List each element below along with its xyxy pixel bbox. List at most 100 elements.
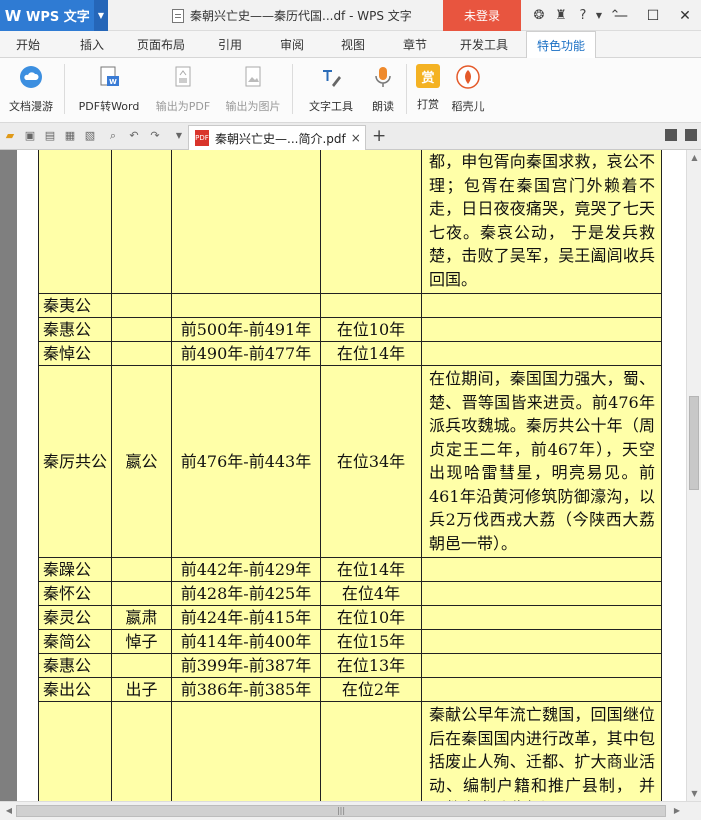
chevron-down-small-icon[interactable]: ▼ bbox=[594, 11, 604, 20]
ribbon-label: 稻壳儿 bbox=[451, 100, 485, 113]
window-mode-icon[interactable] bbox=[685, 129, 697, 141]
maximize-icon[interactable]: ☐ bbox=[637, 0, 669, 31]
shirt-icon[interactable]: ♜ bbox=[550, 8, 572, 23]
docer-icon bbox=[455, 64, 481, 90]
app-name: WPS 文字 bbox=[26, 10, 90, 25]
cell-note bbox=[421, 557, 662, 582]
export-image-button[interactable]: 输出为图片 bbox=[219, 62, 287, 118]
cell-name: 秦夷公 bbox=[38, 293, 112, 318]
cell-reign: 在位14年 bbox=[320, 341, 422, 366]
skin-icon[interactable]: ❂ bbox=[528, 8, 550, 23]
scroll-right-icon[interactable]: ▶ bbox=[670, 804, 684, 818]
text-tools-button[interactable]: 文字工具 bbox=[300, 62, 362, 118]
cell-years: 前428年-前425年 bbox=[171, 581, 321, 606]
cell-note bbox=[421, 293, 662, 318]
table-row: 秦夷公 bbox=[38, 293, 662, 318]
ribbon-label: 文档漫游 bbox=[9, 100, 53, 113]
cell-years: 前476年-前443年 bbox=[171, 365, 321, 558]
save-as-icon[interactable]: ▤ bbox=[43, 129, 57, 143]
ribbon-label: 朗读 bbox=[372, 100, 394, 113]
reward-glyph: 赏 bbox=[421, 70, 435, 86]
save-icon[interactable]: ▣ bbox=[23, 129, 37, 143]
doc-roaming-button[interactable]: 文档漫游 bbox=[5, 62, 57, 118]
cell-given-name bbox=[111, 341, 172, 366]
new-tab-icon[interactable]: + bbox=[372, 126, 386, 146]
help-icon[interactable]: ? bbox=[572, 8, 594, 23]
table-row: 秦躁公 前442年-前429年 在位14年 bbox=[38, 557, 662, 582]
tab-page-layout[interactable]: 页面布局 bbox=[137, 31, 185, 58]
minimize-icon[interactable]: — bbox=[605, 0, 637, 31]
cell-name: 秦躁公 bbox=[38, 557, 112, 582]
table-row: 秦简公 悼子 前414年-前400年 在位15年 bbox=[38, 629, 662, 654]
cell-name: 秦灵公 bbox=[38, 605, 112, 630]
docer-button[interactable]: 稻壳儿 bbox=[448, 62, 488, 118]
document-page: 都，申包胥向秦国求救，哀公不理；包胥在秦国宫门外赖着不走，日日夜夜痛哭，竟哭了七… bbox=[17, 150, 686, 801]
cell-name: 秦悼公 bbox=[38, 341, 112, 366]
tab-references[interactable]: 引用 bbox=[218, 31, 242, 58]
close-tab-icon[interactable]: × bbox=[351, 131, 361, 145]
cell-reign: 在位15年 bbox=[320, 629, 422, 654]
print-icon[interactable]: ▦ bbox=[63, 129, 77, 143]
pdf-to-word-icon: W bbox=[96, 64, 122, 90]
reward-button[interactable]: 赏 打赏 bbox=[413, 62, 443, 118]
vertical-scrollbar[interactable]: ▲ ▼ bbox=[686, 150, 701, 801]
tab-review[interactable]: 审阅 bbox=[280, 31, 304, 58]
cell-given-name bbox=[111, 317, 172, 342]
cell-reign: 在位13年 bbox=[320, 653, 422, 678]
table-row: 都，申包胥向秦国求救，哀公不理；包胥在秦国宫门外赖着不走，日日夜夜痛哭，竟哭了七… bbox=[38, 150, 662, 294]
cell-given-name bbox=[111, 581, 172, 606]
export-pdf-icon bbox=[170, 64, 196, 90]
horizontal-scrollbar[interactable]: ◀ ||| ▶ bbox=[0, 801, 701, 820]
close-icon[interactable]: ✕ bbox=[669, 0, 701, 31]
customize-chevron-icon[interactable]: ▼ bbox=[172, 129, 186, 143]
print-preview-icon[interactable]: ▧ bbox=[83, 129, 97, 143]
cell-reign: 在位10年 bbox=[320, 605, 422, 630]
pdf-to-word-button[interactable]: W PDF转Word bbox=[73, 62, 145, 118]
cell-years: 前414年-前400年 bbox=[171, 629, 321, 654]
redo-icon[interactable]: ↷ bbox=[148, 129, 162, 143]
cell-given-name bbox=[111, 150, 172, 294]
tab-insert[interactable]: 插入 bbox=[80, 31, 104, 58]
window-title-text: 秦朝兴亡史——秦历代国...df - WPS 文字 bbox=[190, 9, 412, 23]
cell-name: 秦惠公 bbox=[38, 653, 112, 678]
menu-bar: 开始 插入 页面布局 引用 审阅 视图 章节 开发工具 特色功能 bbox=[0, 31, 701, 59]
reward-icon: 赏 bbox=[416, 64, 440, 88]
cell-note bbox=[421, 629, 662, 654]
cell-reign bbox=[320, 701, 422, 801]
tab-special-features[interactable]: 特色功能 bbox=[526, 31, 597, 59]
table-row: 秦献公早年流亡魏国，回国继位后在秦国国内进行改革，其中包括废止人殉、迁都、扩大商… bbox=[38, 701, 662, 801]
vertical-scroll-thumb[interactable] bbox=[689, 396, 699, 490]
cell-name bbox=[38, 701, 112, 801]
pdf-file-icon: PDF bbox=[195, 130, 209, 146]
document-canvas[interactable]: 都，申包胥向秦国求救，哀公不理；包胥在秦国宫门外赖着不走，日日夜夜痛哭，竟哭了七… bbox=[0, 150, 686, 801]
scroll-down-icon[interactable]: ▼ bbox=[687, 786, 701, 801]
cell-note bbox=[421, 581, 662, 606]
tab-developer[interactable]: 开发工具 bbox=[460, 31, 508, 58]
cell-given-name: 嬴公 bbox=[111, 365, 172, 558]
ribbon-separator bbox=[292, 64, 293, 114]
document-tab-bar: ▰ ▣ ▤ ▦ ▧ ⌕ ↶ ↷ ▼ PDF 秦朝兴亡史—...简介.pdf × … bbox=[0, 123, 701, 150]
read-aloud-button[interactable]: 朗读 bbox=[367, 62, 399, 118]
tab-view[interactable]: 视图 bbox=[341, 31, 365, 58]
login-button[interactable]: 未登录 bbox=[443, 0, 521, 31]
document-tab[interactable]: PDF 秦朝兴亡史—...简介.pdf × bbox=[188, 125, 366, 150]
cell-reign: 在位10年 bbox=[320, 317, 422, 342]
export-pdf-button[interactable]: 输出为PDF bbox=[151, 62, 215, 118]
scroll-left-icon[interactable]: ◀ bbox=[2, 804, 16, 818]
cell-given-name bbox=[111, 701, 172, 801]
horizontal-scroll-thumb[interactable]: ||| bbox=[16, 805, 666, 817]
tab-bar-tools bbox=[665, 129, 697, 141]
scroll-up-icon[interactable]: ▲ bbox=[687, 150, 701, 165]
undo-icon[interactable]: ↶ bbox=[127, 129, 141, 143]
app-menu-button[interactable]: W WPS 文字 ▼ bbox=[0, 0, 108, 31]
tab-chapter[interactable]: 章节 bbox=[403, 31, 427, 58]
tab-home[interactable]: 开始 bbox=[16, 31, 40, 58]
find-icon[interactable]: ⌕ bbox=[106, 129, 120, 143]
panel-toggle-icon[interactable] bbox=[665, 129, 677, 141]
cell-years bbox=[171, 293, 321, 318]
chevron-down-icon[interactable]: ▼ bbox=[94, 0, 108, 31]
ribbon: 文档漫游 W PDF转Word 输出为PDF 输出为图片 文字工具 朗读 赏 打… bbox=[0, 58, 701, 123]
open-folder-icon[interactable]: ▰ bbox=[3, 129, 17, 143]
cell-years: 前500年-前491年 bbox=[171, 317, 321, 342]
cell-name: 秦怀公 bbox=[38, 581, 112, 606]
